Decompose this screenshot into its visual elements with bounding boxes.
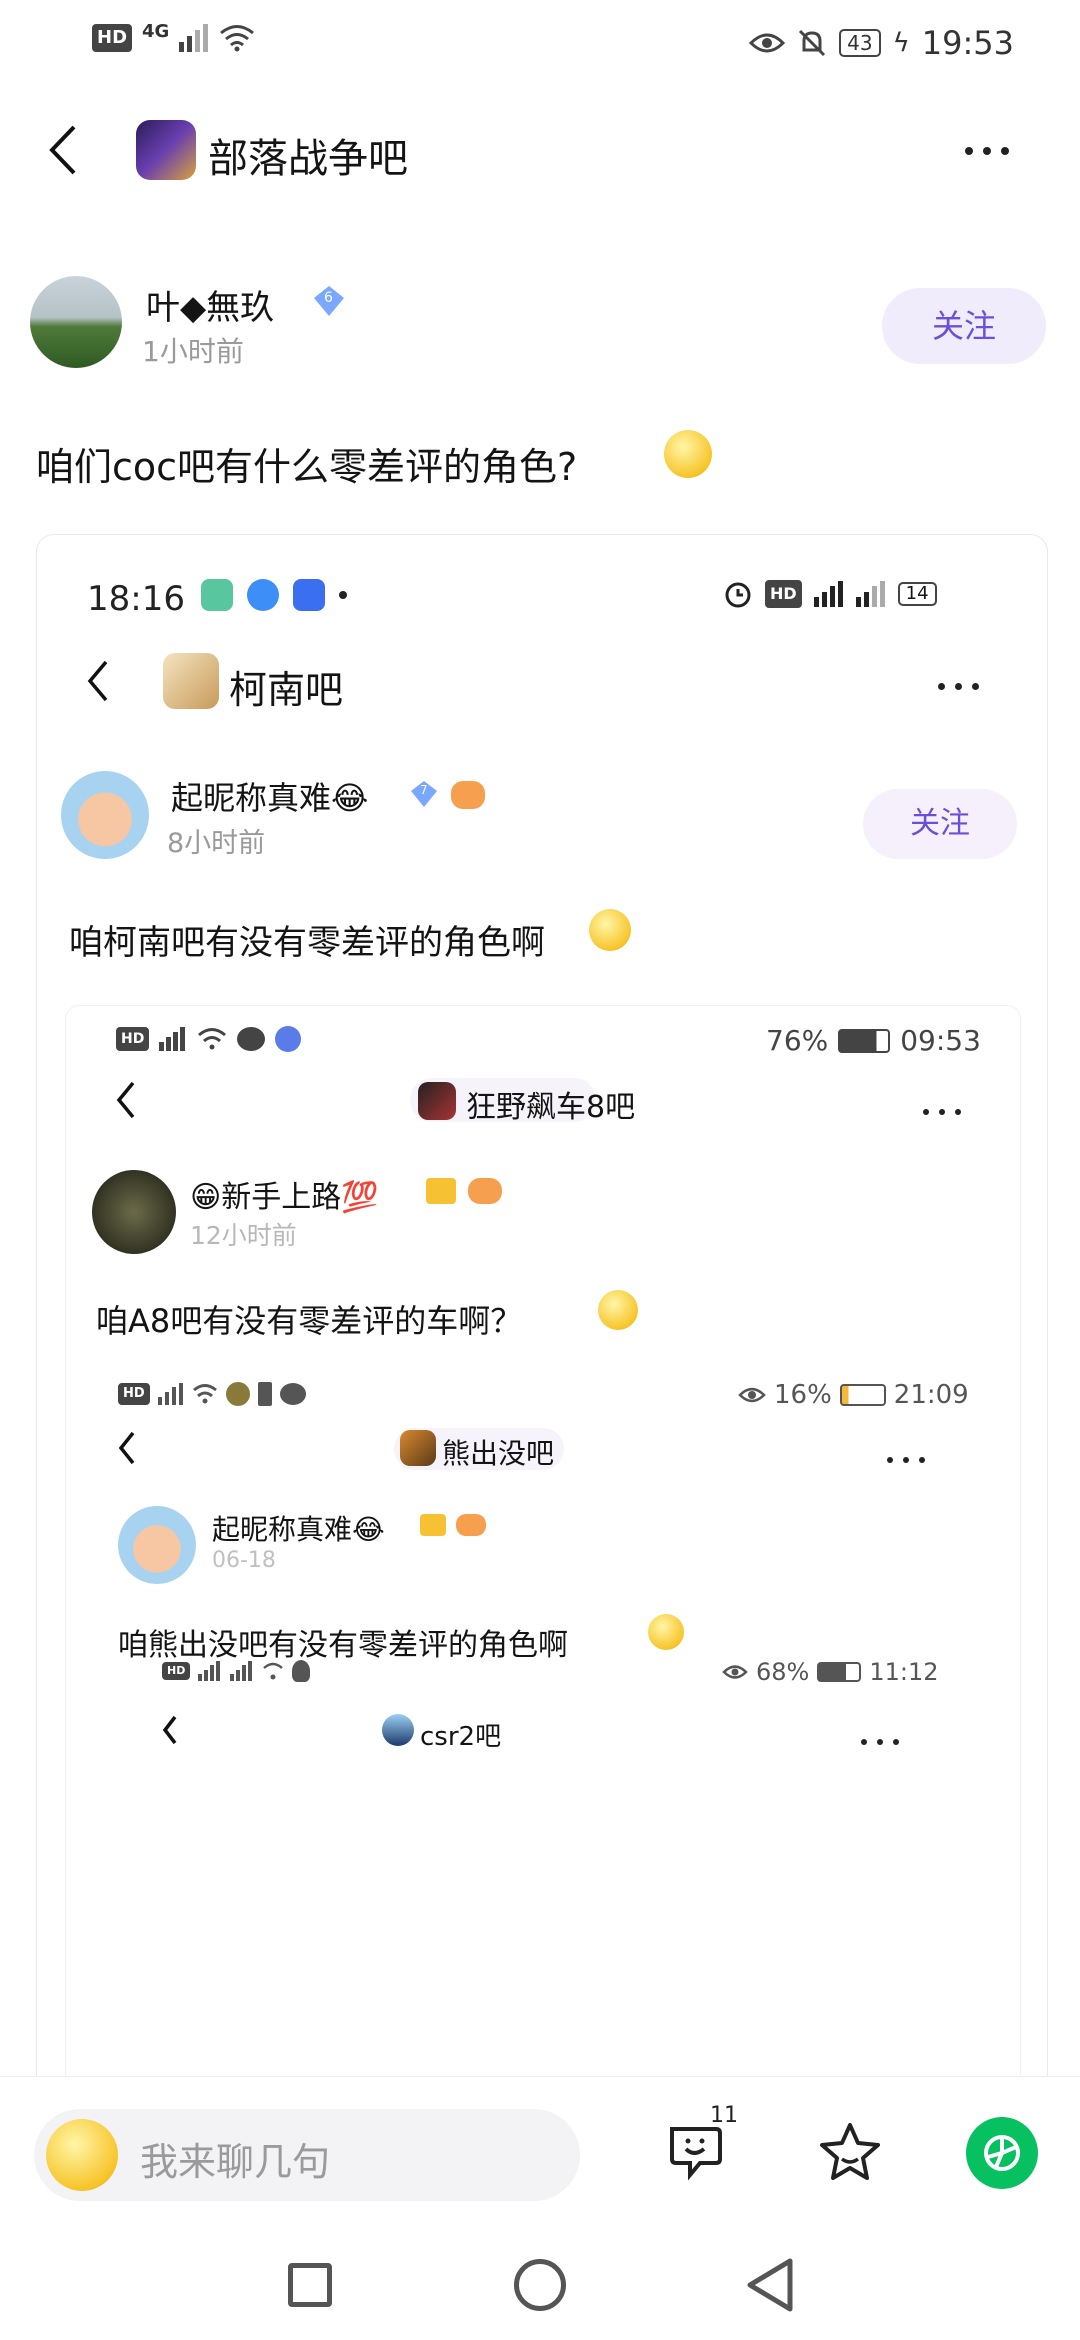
comment-count: 11 bbox=[710, 2103, 738, 2128]
star-icon[interactable] bbox=[818, 2121, 882, 2183]
nested1-level-badge: 7 bbox=[409, 779, 439, 809]
nav-back-button[interactable] bbox=[744, 2255, 796, 2315]
hd-badge: HD bbox=[92, 24, 133, 52]
nested1-forum-title: 柯南吧 bbox=[229, 668, 344, 712]
nested1-back-icon bbox=[87, 660, 108, 702]
nested1-forum-avatar bbox=[163, 653, 219, 709]
signal-icon bbox=[813, 581, 843, 607]
comments-icon[interactable]: 11 bbox=[664, 2103, 738, 2183]
top-nav: 部落战争吧 bbox=[0, 110, 1080, 190]
nested3-status-right: 16% 21:09 bbox=[738, 1380, 969, 1410]
nested2-status-left: HD bbox=[116, 1026, 302, 1052]
home-button[interactable] bbox=[514, 2259, 566, 2311]
nested2-author-avatar bbox=[92, 1170, 176, 1254]
nested2-forum-title: 狂野飙车8吧 bbox=[466, 1090, 636, 1125]
status-bar: HD 4G 43 ϟ 19:53 bbox=[0, 18, 1080, 68]
smile-emoji-icon bbox=[598, 1290, 638, 1330]
share-icon bbox=[984, 2135, 1020, 2171]
nested2-post-text: 咱A8吧有没有零差评的车啊？ bbox=[96, 1302, 523, 1340]
signal-icon bbox=[179, 24, 209, 52]
back-icon[interactable] bbox=[48, 124, 78, 176]
gamepad-icon bbox=[468, 1178, 502, 1204]
nested4-back-icon bbox=[162, 1715, 177, 1745]
smile-emoji-icon bbox=[664, 430, 712, 478]
level-badge: 6 bbox=[312, 284, 346, 318]
eye-icon bbox=[749, 33, 786, 53]
smile-emoji-icon bbox=[589, 909, 631, 951]
charging-icon: ϟ bbox=[892, 28, 910, 58]
nested4-status-right: 68% 11:12 bbox=[722, 1658, 939, 1686]
nested2-frame: HD 76% 09:53 狂野飙车8吧 😁新手上路💯 12小时前 咱A8吧有没有… bbox=[65, 1005, 1021, 2093]
bottom-bar: 我来聊几句 11 bbox=[0, 2076, 1080, 2340]
wifi-icon bbox=[220, 25, 255, 52]
forum-avatar[interactable] bbox=[136, 120, 196, 180]
nested3-forum-avatar bbox=[400, 1430, 436, 1466]
nested1-status-right: HD 14 bbox=[723, 579, 937, 609]
app-root: HD 4G 43 ϟ 19:53 部落战争吧 叶◆無玖 6 1小时前 关注 咱们… bbox=[0, 0, 1080, 2340]
nested3-author-avatar bbox=[118, 1506, 196, 1584]
author-avatar[interactable] bbox=[30, 276, 122, 368]
nested1-more-icon bbox=[933, 675, 984, 694]
nested4-more-icon bbox=[856, 1730, 904, 1749]
bell-off-icon bbox=[799, 29, 826, 57]
nested3-frame: HD 16% 21:09 熊出没吧 起昵称真难😂 06-18 咱熊出没吧有没有零… bbox=[92, 1366, 996, 2093]
post-image[interactable]: 18:16 HD 14 柯南吧 起昵称真难😂 7 8小时前 关注 咱柯南吧有没有 bbox=[36, 534, 1048, 2094]
nested3-back-icon bbox=[118, 1431, 135, 1465]
nested2-post-time: 12小时前 bbox=[190, 1221, 297, 1250]
post-text: 咱们coc吧有什么零差评的角色? bbox=[36, 445, 578, 489]
forum-title[interactable]: 部落战争吧 bbox=[208, 126, 408, 184]
author-name[interactable]: 叶◆無玖 bbox=[146, 280, 274, 329]
network-type: 4G bbox=[142, 20, 170, 42]
nested1-status-time: 18:16 bbox=[87, 579, 185, 619]
nested1-follow-button: 关注 bbox=[863, 789, 1017, 859]
nested2-status-right: 76% 09:53 bbox=[766, 1024, 981, 1057]
diamond-icon bbox=[426, 1178, 456, 1204]
nested3-status-left: HD bbox=[118, 1382, 306, 1406]
nested3-forum-title: 熊出没吧 bbox=[442, 1437, 555, 1470]
clock: 19:53 bbox=[921, 24, 1014, 62]
gamepad-icon bbox=[456, 1514, 486, 1536]
nested3-post-time: 06-18 bbox=[212, 1548, 276, 1573]
nested4-status-left: HD bbox=[162, 1660, 311, 1682]
post-time: 1小时前 bbox=[142, 335, 244, 368]
comment-placeholder: 我来聊几句 bbox=[140, 2140, 331, 2184]
follow-button[interactable]: 关注 bbox=[882, 288, 1046, 364]
nested1-post-text: 咱柯南吧有没有零差评的角色啊 bbox=[69, 923, 545, 963]
nested2-more-icon bbox=[918, 1100, 966, 1119]
more-icon[interactable] bbox=[960, 140, 1014, 159]
nested1-battery: 14 bbox=[897, 582, 937, 606]
nested1-app-icons bbox=[201, 579, 347, 611]
nested2-back-icon bbox=[116, 1081, 135, 1119]
nested2-author-name: 😁新手上路💯 bbox=[190, 1180, 379, 1215]
alarm-icon bbox=[725, 582, 751, 608]
diamond-icon bbox=[420, 1514, 446, 1536]
nested3-author-name: 起昵称真难😂 bbox=[212, 1513, 385, 1546]
smile-emoji-icon bbox=[648, 1614, 684, 1650]
nested4-forum-title: csr2吧 bbox=[420, 1722, 502, 1752]
nested4-forum-avatar bbox=[382, 1714, 414, 1746]
battery-level: 43 bbox=[839, 29, 881, 57]
nested1-post-time: 8小时前 bbox=[167, 828, 266, 859]
nested1-author-name: 起昵称真难😂 bbox=[171, 779, 369, 817]
nested3-post-text: 咱熊出没吧有没有零差评的角色啊 bbox=[118, 1628, 568, 1663]
comment-input[interactable]: 我来聊几句 bbox=[34, 2109, 580, 2201]
signal-icon bbox=[855, 581, 885, 607]
gamepad-icon bbox=[451, 781, 485, 809]
nested3-more-icon bbox=[882, 1448, 930, 1467]
nested2-forum-avatar bbox=[418, 1082, 456, 1120]
nested1-author-avatar bbox=[61, 771, 149, 859]
recent-apps-button[interactable] bbox=[288, 2263, 332, 2307]
share-button[interactable] bbox=[966, 2117, 1038, 2189]
emoji-icon[interactable] bbox=[46, 2119, 118, 2191]
